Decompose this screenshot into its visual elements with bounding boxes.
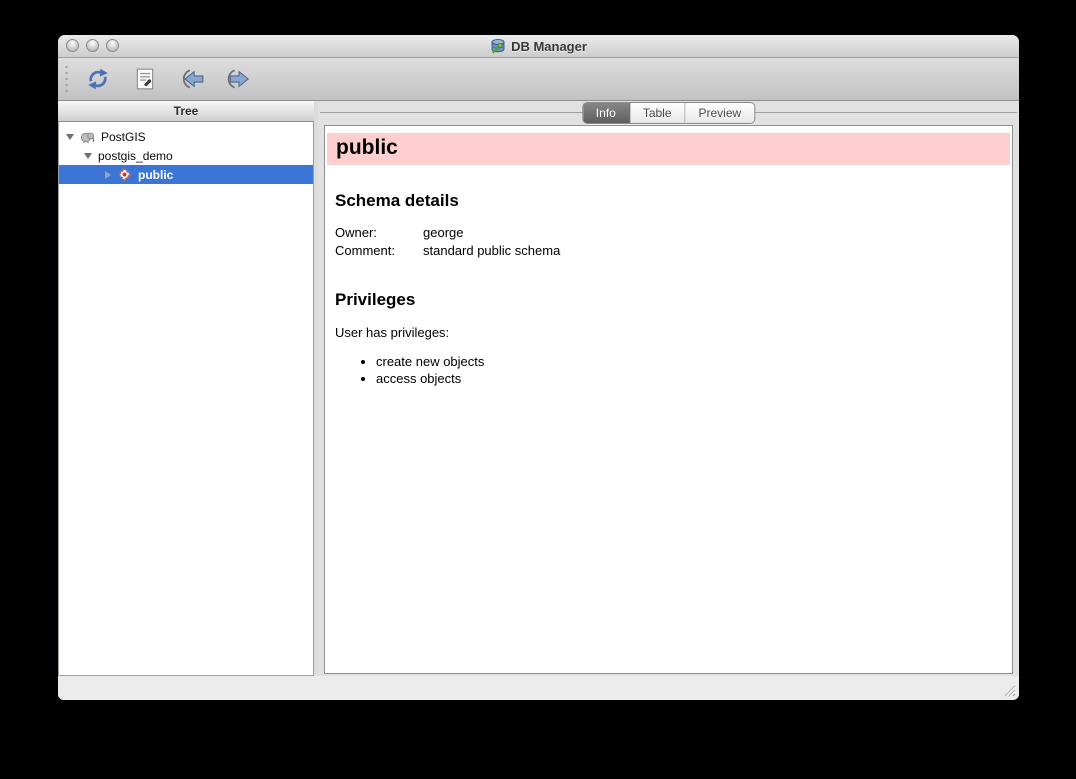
schema-details-table: Owner:george Comment:standard public sch… [335, 224, 1012, 260]
minimize-button[interactable] [86, 39, 99, 52]
window-title-area: DB Manager [58, 35, 1019, 57]
import-arrow-icon [179, 67, 205, 91]
tree-item-label: public [138, 168, 173, 182]
toolbar [58, 58, 1019, 101]
sql-window-icon [133, 67, 157, 91]
main-area: Tree PostGIS [58, 101, 1019, 676]
tree-item-public[interactable]: public [59, 165, 313, 184]
export-to-file-button[interactable] [221, 63, 257, 95]
owner-value: george [423, 225, 463, 240]
tree-dock: Tree PostGIS [58, 101, 314, 676]
tab-table[interactable]: Table [630, 103, 686, 123]
privilege-item: access objects [376, 370, 1012, 387]
tree-item-label: PostGIS [101, 130, 146, 144]
comment-row: Comment:standard public schema [335, 242, 1012, 260]
tree-item-postgis-demo[interactable]: postgis_demo [59, 146, 313, 165]
tab-preview[interactable]: Preview [686, 103, 755, 123]
db-manager-window: DB Manager [58, 35, 1019, 700]
export-arrow-icon [226, 67, 252, 91]
owner-row: Owner:george [335, 224, 1012, 242]
sql-window-button[interactable] [127, 63, 163, 95]
schema-name-heading: public [327, 133, 1010, 165]
expand-triangle-icon[interactable] [105, 171, 111, 179]
db-manager-icon [490, 38, 506, 54]
tree-dock-title: Tree [58, 101, 314, 122]
comment-value: standard public schema [423, 243, 560, 258]
schema-icon [117, 167, 132, 182]
info-view[interactable]: public Schema details Owner:george Comme… [324, 125, 1013, 674]
zoom-button[interactable] [106, 39, 119, 52]
schema-details-heading: Schema details [335, 191, 1012, 211]
owner-label: Owner: [335, 224, 423, 242]
import-layer-button[interactable] [174, 63, 210, 95]
privileges-intro: User has privileges: [335, 325, 1012, 340]
privileges-heading: Privileges [335, 290, 1012, 310]
status-bar [58, 676, 1019, 700]
window-controls [66, 39, 119, 52]
privileges-list: create new objects access objects [335, 353, 1012, 387]
tree-item-postgis[interactable]: PostGIS [59, 127, 313, 146]
refresh-icon [86, 67, 110, 91]
toolbar-drag-handle[interactable] [63, 62, 70, 96]
tree-item-label: postgis_demo [98, 149, 173, 163]
tab-info[interactable]: Info [583, 103, 630, 123]
close-button[interactable] [66, 39, 79, 52]
desktop: { "window": { "title": "DB Manager" }, "… [0, 0, 1076, 779]
collapse-triangle-icon[interactable] [66, 134, 74, 140]
collapse-triangle-icon[interactable] [84, 153, 92, 159]
connection-tree[interactable]: PostGIS postgis_demo public [58, 122, 314, 676]
privilege-item: create new objects [376, 353, 1012, 370]
resize-grip-icon[interactable] [1002, 683, 1016, 697]
comment-label: Comment: [335, 242, 423, 260]
postgis-elephant-icon [80, 129, 95, 144]
view-tabs: Info Table Preview [582, 102, 755, 124]
title-bar[interactable]: DB Manager [58, 35, 1019, 58]
info-document: Schema details Owner:george Comment:stan… [325, 191, 1012, 387]
refresh-button[interactable] [80, 63, 116, 95]
detail-panel: Info Table Preview public Schema details… [318, 101, 1019, 676]
window-title: DB Manager [511, 39, 587, 54]
